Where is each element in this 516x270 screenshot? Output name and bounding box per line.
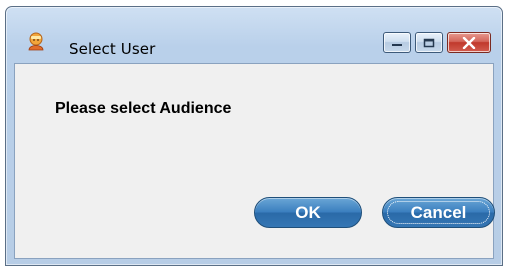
caption-buttons — [383, 32, 491, 56]
minimize-button[interactable] — [383, 32, 411, 53]
screen: Select User Please select Audience OK Ca… — [0, 0, 516, 270]
window-title: Select User — [69, 40, 156, 58]
dialog-body: Please select Audience OK Cancel — [14, 63, 495, 259]
maximize-button[interactable] — [415, 32, 443, 53]
user-icon — [26, 31, 46, 51]
ok-button[interactable]: OK — [254, 197, 362, 228]
cancel-button[interactable]: Cancel — [382, 197, 495, 228]
close-icon — [448, 33, 490, 52]
title-bar[interactable]: Select User — [6, 7, 502, 58]
close-button[interactable] — [447, 32, 491, 53]
minimize-icon — [384, 33, 410, 52]
cancel-button-label: Cancel — [410, 202, 467, 222]
dialog-window: Select User Please select Audience OK Ca… — [5, 6, 503, 266]
maximize-icon — [416, 33, 442, 52]
ok-button-label: OK — [295, 202, 321, 222]
dialog-message: Please select Audience — [55, 100, 232, 117]
